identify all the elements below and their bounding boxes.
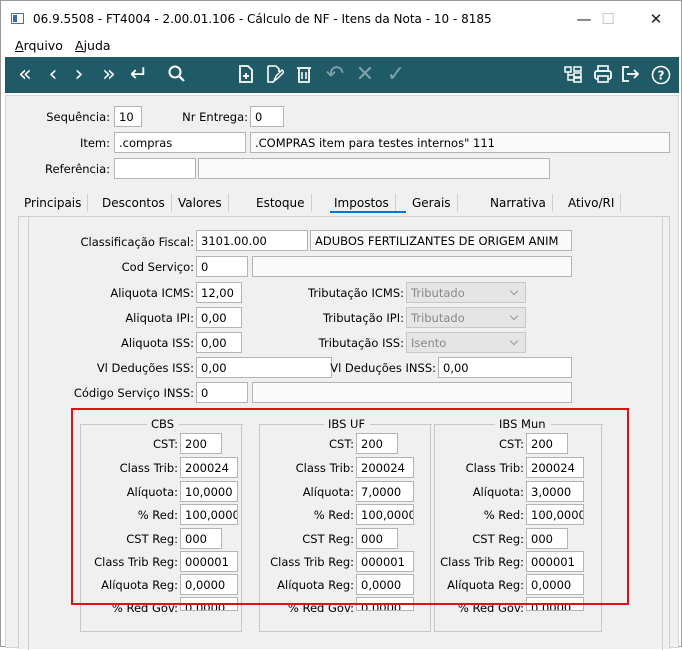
referencia-field[interactable]	[114, 158, 196, 179]
cod-servico-description	[252, 256, 572, 277]
tab-bar: Principais Descontos Valores Estoque Imp…	[18, 194, 668, 216]
vl-deducoes-inss-label: Vl Deduções INSS:	[330, 361, 436, 375]
nr-entrega-label: Nr Entrega:	[182, 110, 248, 124]
cod-servico-field[interactable]: 0	[196, 256, 248, 277]
next-icon[interactable]: ›	[69, 61, 89, 89]
window-title: 06.9.5508 - FT4004 - 2.00.01.106 - Cálcu…	[33, 12, 492, 26]
first-icon[interactable]: «	[13, 61, 37, 89]
tab-gerais[interactable]: Gerais	[406, 194, 458, 212]
search-icon[interactable]	[165, 61, 189, 89]
vl-deducoes-iss-label: Vl Deduções ISS:	[96, 361, 194, 375]
tab-ativo-ri[interactable]: Ativo/RI	[562, 194, 622, 212]
aliquota-icms-label: Aliquota ICMS:	[110, 286, 194, 300]
active-tab-indicator	[330, 211, 406, 213]
menu-arquivo[interactable]: Arquivo	[15, 38, 63, 53]
nr-entrega-field[interactable]: 0	[250, 106, 284, 127]
toolbar: « ‹ › » ↵ ↶ ✕ ✓ ?	[5, 57, 679, 93]
item-label: Item:	[79, 136, 110, 150]
app-window: 06.9.5508 - FT4004 - 2.00.01.106 - Cálcu…	[0, 0, 682, 650]
menu-ajuda[interactable]: Ajuda	[75, 38, 111, 53]
aliquota-iss-field[interactable]: 0,00	[196, 332, 242, 353]
codigo-servico-inss-label: Código Serviço INSS:	[73, 386, 194, 400]
svg-text:?: ?	[658, 69, 665, 83]
aliquota-ipi-label: Aliquota IPI:	[125, 311, 194, 325]
tributacao-icms-select[interactable]: Tributado	[406, 282, 526, 303]
tributacao-iss-label: Tributação ISS:	[318, 336, 404, 350]
tributacao-ipi-select[interactable]: Tributado	[406, 307, 526, 328]
confirm-icon[interactable]: ✓	[383, 61, 409, 89]
aliquota-ipi-field[interactable]: 0,00	[196, 307, 242, 328]
close-icon[interactable]: ✕	[641, 7, 671, 31]
classificacao-fiscal-label: Classificação Fiscal:	[80, 235, 194, 249]
tab-descontos[interactable]: Descontos	[96, 194, 172, 212]
menu-bar: Arquivo Ajuda	[1, 36, 681, 56]
vl-deducoes-inss-field[interactable]: 0,00	[438, 357, 572, 378]
title-bar: 06.9.5508 - FT4004 - 2.00.01.106 - Cálcu…	[1, 1, 681, 35]
app-icon	[11, 13, 24, 24]
item-description: .COMPRAS item para testes internos" 111	[250, 132, 670, 153]
highlight-box	[71, 408, 629, 605]
last-icon[interactable]: »	[97, 61, 121, 89]
codigo-servico-inss-field[interactable]: 0	[196, 382, 248, 403]
delete-icon[interactable]	[293, 61, 315, 89]
tab-valores[interactable]: Valores	[172, 194, 229, 212]
tree-icon[interactable]	[561, 61, 585, 89]
aliquota-icms-field[interactable]: 12,00	[196, 282, 242, 303]
prev-icon[interactable]: ‹	[43, 61, 63, 89]
help-icon[interactable]: ?	[649, 61, 673, 89]
tributacao-ipi-label: Tributação IPI:	[322, 311, 404, 325]
new-icon[interactable]	[235, 61, 257, 89]
maximize-icon[interactable]: ☐	[593, 7, 623, 31]
sequencia-label: Sequência:	[46, 110, 110, 124]
classificacao-fiscal-description: ADUBOS FERTILIZANTES DE ORIGEM ANIM	[310, 230, 572, 251]
print-icon[interactable]	[591, 61, 615, 89]
exit-icon[interactable]	[619, 61, 643, 89]
tab-estoque[interactable]: Estoque	[250, 194, 312, 212]
tributacao-icms-label: Tributação ICMS:	[308, 286, 404, 300]
cod-servico-label: Cod Serviço:	[121, 260, 194, 274]
undo-icon[interactable]: ↶	[323, 61, 347, 89]
tributacao-iss-select[interactable]: Isento	[406, 332, 526, 353]
tab-narrativa[interactable]: Narrativa	[484, 194, 553, 212]
edit-icon[interactable]	[263, 61, 287, 89]
codigo-servico-inss-description	[252, 382, 572, 403]
tab-principais[interactable]: Principais	[18, 194, 89, 212]
tab-impostos[interactable]: Impostos	[328, 194, 396, 212]
item-field[interactable]: .compras	[114, 132, 246, 153]
referencia-label: Referência:	[45, 162, 110, 176]
enter-icon[interactable]: ↵	[127, 61, 151, 89]
aliquota-iss-label: Aliquota ISS:	[121, 336, 194, 350]
sequencia-field[interactable]: 10	[114, 106, 142, 127]
classificacao-fiscal-field[interactable]: 3101.00.00	[196, 230, 308, 251]
cancel-icon[interactable]: ✕	[353, 61, 377, 89]
vl-deducoes-iss-field[interactable]: 0,00	[196, 357, 332, 378]
referencia-description	[198, 158, 550, 179]
